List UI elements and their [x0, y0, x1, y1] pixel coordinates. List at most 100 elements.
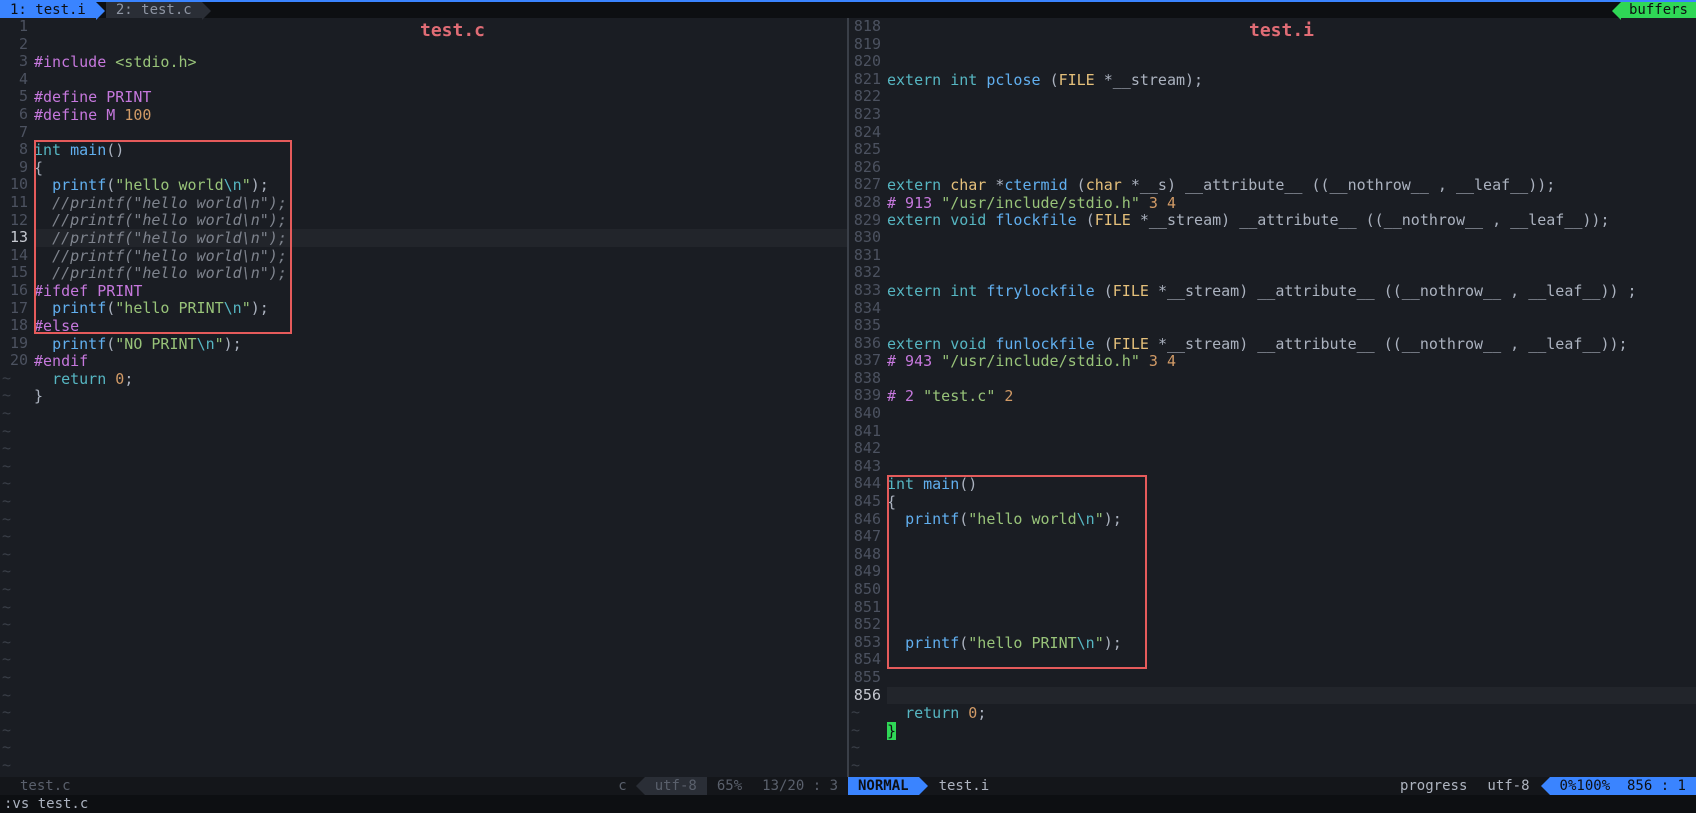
code-line[interactable]: [34, 529, 847, 547]
line-number: ~: [849, 722, 881, 740]
code-line[interactable]: //printf("hello world\n");: [34, 195, 847, 213]
code-line[interactable]: [34, 511, 847, 529]
code-line[interactable]: [887, 529, 1696, 547]
code-line[interactable]: [887, 652, 1696, 670]
pane-right[interactable]: 8188198208218228238248258268278288298308…: [847, 18, 1696, 777]
code-line[interactable]: [887, 775, 1696, 793]
code-line[interactable]: //printf("hello world\n");: [34, 230, 847, 248]
code-line[interactable]: [887, 371, 1696, 389]
line-number: 826: [849, 159, 881, 177]
code-line[interactable]: [34, 476, 847, 494]
line-number: ~: [0, 387, 28, 405]
code-line[interactable]: # 913 "/usr/include/stdio.h" 3 4: [887, 195, 1696, 213]
code-line[interactable]: [34, 670, 847, 688]
code-line[interactable]: [34, 72, 847, 90]
code-line[interactable]: [887, 230, 1696, 248]
code-line[interactable]: printf("hello world\n");: [34, 177, 847, 195]
code-line[interactable]: [887, 248, 1696, 266]
code-line[interactable]: [887, 265, 1696, 283]
code-line[interactable]: //printf("hello world\n");: [34, 265, 847, 283]
code-line[interactable]: [34, 124, 847, 142]
buffer-tab-2[interactable]: 2: test.c: [106, 2, 202, 18]
code-line[interactable]: [887, 318, 1696, 336]
code-line[interactable]: [34, 494, 847, 512]
code-line[interactable]: printf("NO PRINT\n");: [34, 336, 847, 354]
code-line[interactable]: printf("hello world\n");: [887, 511, 1696, 529]
code-line[interactable]: [34, 652, 847, 670]
code-line[interactable]: int main(): [34, 142, 847, 160]
code-line[interactable]: [34, 723, 847, 741]
line-number: 6: [0, 106, 28, 124]
code-line[interactable]: [34, 599, 847, 617]
line-number: 855: [849, 669, 881, 687]
code-line[interactable]: [887, 617, 1696, 635]
code-line[interactable]: [887, 564, 1696, 582]
code-line[interactable]: [34, 705, 847, 723]
code-line[interactable]: extern int pclose (FILE *__stream);: [887, 72, 1696, 90]
code-line[interactable]: //printf("hello world\n");: [34, 212, 847, 230]
code-line[interactable]: [887, 107, 1696, 125]
code-line[interactable]: [887, 89, 1696, 107]
buffer-tab-1[interactable]: 1: test.i: [0, 2, 96, 18]
code-line[interactable]: }: [34, 388, 847, 406]
code-line[interactable]: [887, 142, 1696, 160]
code-line[interactable]: extern void flockfile (FILE *__stream) _…: [887, 212, 1696, 230]
code-line[interactable]: [34, 582, 847, 600]
pane-left[interactable]: 1234567891011121314151617181920~~~~~~~~~…: [0, 18, 847, 777]
code-line[interactable]: [887, 547, 1696, 565]
code-line[interactable]: [887, 300, 1696, 318]
code-line[interactable]: return 0;: [887, 705, 1696, 723]
code-line[interactable]: [887, 160, 1696, 178]
code-line[interactable]: [887, 599, 1696, 617]
code-line[interactable]: return 0;: [34, 371, 847, 389]
code-line[interactable]: [887, 54, 1696, 72]
code-line[interactable]: printf("hello PRINT\n");: [887, 635, 1696, 653]
code-line[interactable]: [34, 793, 847, 811]
code-line[interactable]: {: [887, 494, 1696, 512]
code-line[interactable]: [34, 635, 847, 653]
code-line[interactable]: extern char *ctermid (char *__s) __attri…: [887, 177, 1696, 195]
code-line[interactable]: [34, 459, 847, 477]
code-line[interactable]: [887, 441, 1696, 459]
code-line[interactable]: [34, 547, 847, 565]
code-line[interactable]: [34, 423, 847, 441]
code-line[interactable]: [887, 740, 1696, 758]
code-line[interactable]: #include <stdio.h>: [34, 54, 847, 72]
code-line[interactable]: [34, 406, 847, 424]
code-line[interactable]: //printf("hello world\n");: [34, 248, 847, 266]
code-line[interactable]: [887, 459, 1696, 477]
code-line[interactable]: [887, 670, 1696, 688]
code-line[interactable]: int main(): [887, 476, 1696, 494]
line-number: ~: [0, 634, 28, 652]
code-line[interactable]: #else: [34, 318, 847, 336]
code-line[interactable]: extern void funlockfile (FILE *__stream)…: [887, 336, 1696, 354]
code-line[interactable]: #endif: [34, 353, 847, 371]
code-line[interactable]: [887, 423, 1696, 441]
code-line[interactable]: [887, 758, 1696, 776]
buffers-button[interactable]: buffers: [1621, 2, 1696, 18]
code-line[interactable]: {: [34, 160, 847, 178]
code-line[interactable]: # 2 "test.c" 2: [887, 388, 1696, 406]
code-line[interactable]: [887, 124, 1696, 142]
code-line[interactable]: # 943 "/usr/include/stdio.h" 3 4: [887, 353, 1696, 371]
code-line[interactable]: [34, 687, 847, 705]
code-line[interactable]: [34, 775, 847, 793]
code-line[interactable]: #ifdef PRINT: [34, 283, 847, 301]
code-line[interactable]: extern int ftrylockfile (FILE *__stream)…: [887, 283, 1696, 301]
code-line[interactable]: [34, 564, 847, 582]
code-line[interactable]: [34, 617, 847, 635]
code-line[interactable]: [887, 687, 1696, 705]
line-number: 5: [0, 88, 28, 106]
code-line[interactable]: [34, 740, 847, 758]
code-left[interactable]: #include <stdio.h> #define PRINT#define …: [34, 18, 847, 777]
code-right[interactable]: extern int pclose (FILE *__stream); exte…: [887, 18, 1696, 777]
code-line[interactable]: [887, 406, 1696, 424]
code-line[interactable]: [34, 758, 847, 776]
code-line[interactable]: printf("hello PRINT\n");: [34, 300, 847, 318]
code-line[interactable]: [887, 582, 1696, 600]
code-line[interactable]: #define PRINT: [34, 89, 847, 107]
code-line[interactable]: [887, 793, 1696, 811]
code-line[interactable]: }: [887, 723, 1696, 741]
code-line[interactable]: #define M 100: [34, 107, 847, 125]
code-line[interactable]: [34, 441, 847, 459]
